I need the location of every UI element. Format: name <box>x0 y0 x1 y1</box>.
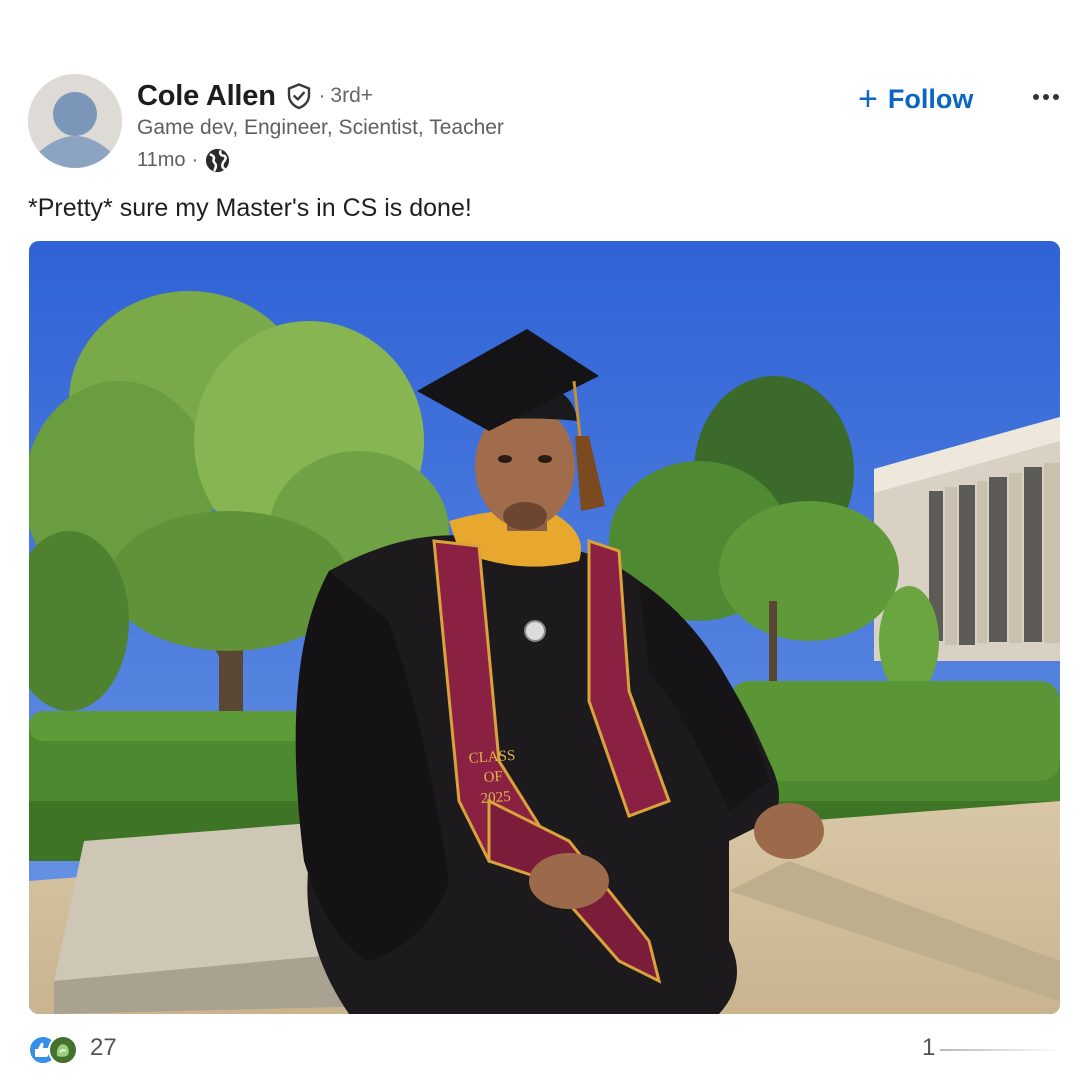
post-time: 11mo <box>137 148 186 171</box>
follow-button[interactable]: + Follow <box>858 80 973 118</box>
post-meta: 11mo · <box>137 146 231 174</box>
connection-degree: 3rd+ <box>330 84 374 107</box>
stole-text-line-1: CLASS <box>468 748 516 767</box>
default-person-avatar-icon <box>28 74 122 168</box>
reactions-summary[interactable]: 27 <box>28 1031 117 1065</box>
name-separator: · <box>318 84 326 107</box>
author-name-row: Cole Allen · 3rd+ <box>137 78 373 114</box>
graduation-photo: CLASS OF 2025 <box>29 241 1060 1014</box>
globe-icon <box>204 147 231 174</box>
reaction-count: 27 <box>90 1034 117 1061</box>
comment-count-trail <box>940 1049 1060 1051</box>
author-name[interactable]: Cole Allen <box>137 80 276 113</box>
celebrate-icon <box>48 1035 78 1065</box>
meta-separator: · <box>191 148 199 171</box>
stole-text-line-3: 2025 <box>480 789 511 807</box>
more-options-button[interactable] <box>1028 84 1064 110</box>
comment-count[interactable]: 1 <box>922 1034 935 1062</box>
author-headline: Game dev, Engineer, Scientist, Teacher <box>137 116 504 139</box>
feed-post: Cole Allen · 3rd+ Game dev, Engineer, Sc… <box>0 0 1080 1080</box>
author-avatar[interactable] <box>28 74 122 168</box>
ellipsis-icon <box>1033 94 1059 100</box>
verified-shield-check-icon <box>285 82 313 110</box>
plus-icon: + <box>858 80 878 118</box>
post-caption: *Pretty* sure my Master's in CS is done! <box>28 194 472 222</box>
stole-text-line-2: OF <box>483 769 503 786</box>
follow-label: Follow <box>887 83 974 114</box>
reaction-icons <box>28 1033 80 1065</box>
post-photo[interactable]: CLASS OF 2025 <box>29 241 1060 1014</box>
